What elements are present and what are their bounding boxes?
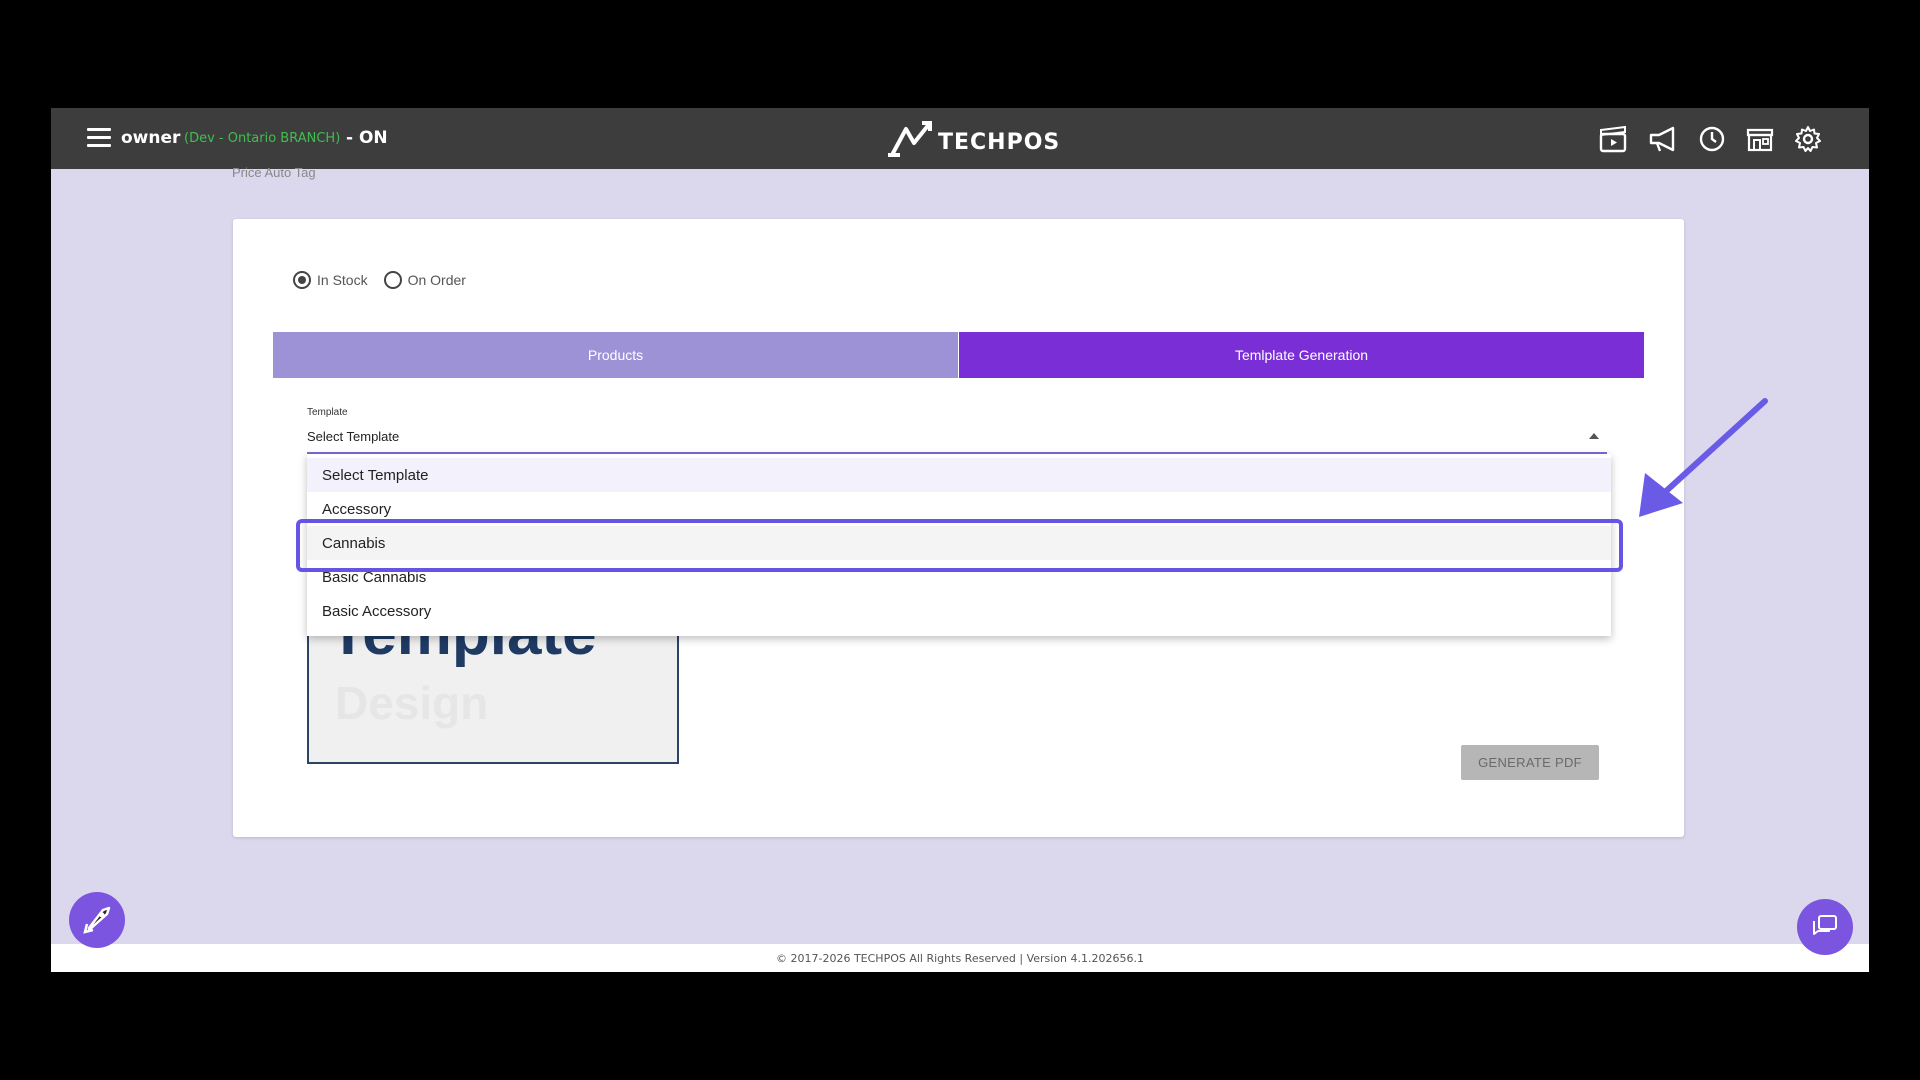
template-select[interactable]: Select Template <box>307 425 1607 454</box>
chat-button[interactable] <box>1797 899 1853 955</box>
top-bar: owner (Dev - Ontario BRANCH) - ON TECHPO… <box>51 108 1869 169</box>
tab-bar: Products Temlplate Generation <box>273 332 1644 378</box>
preview-subtitle: Design <box>335 677 489 729</box>
template-select-value: Select Template <box>307 429 400 444</box>
app-screen: owner (Dev - Ontario BRANCH) - ON TECHPO… <box>51 108 1869 972</box>
in-stock-radio[interactable]: In Stock <box>293 271 368 289</box>
techpos-logo-icon <box>888 121 932 157</box>
clock-icon[interactable] <box>1695 122 1729 156</box>
rocket-launch-button[interactable] <box>69 892 125 948</box>
footer: © 2017-2026 TECHPOS All Rights Reserved … <box>51 944 1869 972</box>
tab-template-generation[interactable]: Temlplate Generation <box>958 332 1644 378</box>
rocket-icon <box>83 906 111 934</box>
pointer-arrow-icon <box>1639 398 1768 517</box>
on-order-label: On Order <box>407 272 466 288</box>
option-select-template[interactable]: Select Template <box>307 458 1611 492</box>
tab-products[interactable]: Products <box>273 332 958 378</box>
megaphone-icon[interactable] <box>1647 122 1681 156</box>
generate-pdf-button[interactable]: GENERATE PDF <box>1461 745 1599 780</box>
techpos-logo: TECHPOS <box>886 119 1060 159</box>
in-stock-label: In Stock <box>317 272 368 288</box>
template-label: Template <box>307 407 348 418</box>
connection-status: - ON <box>346 128 388 148</box>
cannabis-highlight-box <box>296 519 1623 572</box>
store-icon[interactable] <box>1743 122 1777 156</box>
chat-icon <box>1813 915 1837 935</box>
clapperboard-icon[interactable] <box>1596 122 1630 156</box>
breadcrumb: Price Auto Tag <box>232 165 316 180</box>
template-preview: Template Design <box>307 630 679 764</box>
caret-up-icon <box>1589 433 1599 439</box>
logo-text: TECHPOS <box>938 129 1061 155</box>
branch-name: (Dev - Ontario BRANCH) <box>184 131 341 146</box>
hamburger-menu-icon[interactable] <box>87 128 111 148</box>
gear-icon[interactable] <box>1791 122 1825 156</box>
radio-unchecked-icon <box>383 271 402 289</box>
on-order-radio[interactable]: On Order <box>383 271 466 289</box>
user-name: owner <box>121 128 181 148</box>
option-basic-accessory[interactable]: Basic Accessory <box>307 594 1611 628</box>
radio-checked-icon <box>293 271 311 289</box>
stock-radio-group: In Stock On Order <box>293 271 482 289</box>
